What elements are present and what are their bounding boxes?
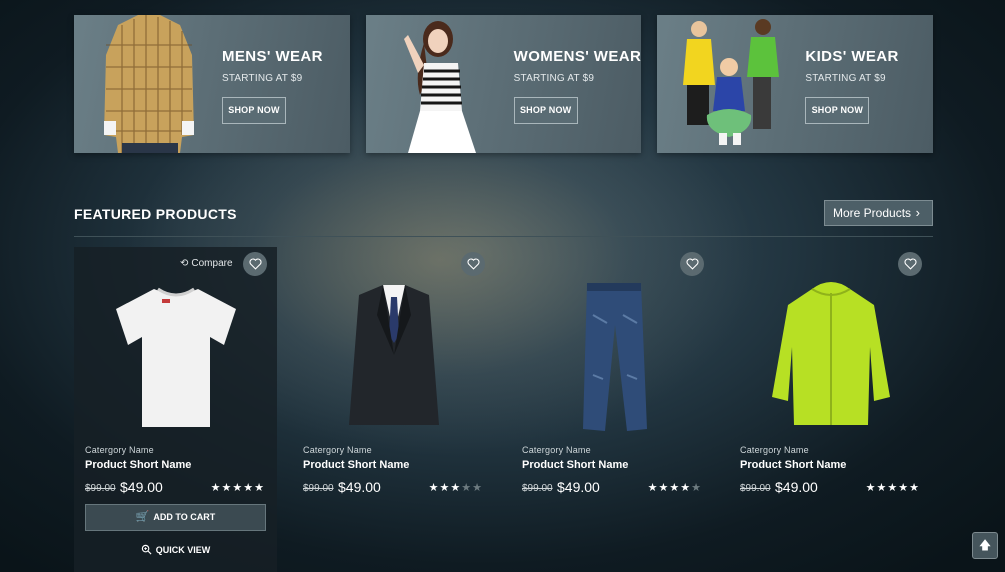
star-icon: ★ <box>887 482 899 494</box>
banner-subtitle: STARTING AT $9 <box>805 73 886 84</box>
featured-products-title: FEATURED PRODUCTS <box>74 206 237 222</box>
product-name[interactable]: Product Short Name <box>85 459 191 471</box>
product-price: $49.00 <box>120 479 163 495</box>
star-icon: ★ <box>680 482 692 494</box>
compare-button[interactable]: ⟲ Compare <box>180 258 233 269</box>
rating-stars: ★★★★★ <box>429 481 483 494</box>
shop-now-button[interactable]: SHOP NOW <box>513 97 578 124</box>
category-banners: MENS' WEAR STARTING AT $9 SHOP NOW WOMEN… <box>74 15 934 153</box>
zoom-icon <box>141 544 152 555</box>
jacket-image <box>771 282 890 425</box>
product-price: $49.00 <box>557 479 600 495</box>
rating-stars: ★★★★★ <box>866 481 920 494</box>
womens-model-image <box>403 21 476 153</box>
banner-womens[interactable]: WOMENS' WEAR STARTING AT $9 SHOP NOW <box>365 15 642 153</box>
wishlist-button[interactable] <box>680 252 704 276</box>
product-card[interactable]: Catergory Name Product Short Name $99.00… <box>292 247 495 572</box>
repeat-icon: ⟲ <box>180 258 189 269</box>
product-old-price: $99.00 <box>85 483 116 494</box>
banner-text: WOMENS' WEAR STARTING AT $9 SHOP NOW <box>513 48 642 124</box>
tshirt-image <box>115 287 236 427</box>
quick-view-label: QUICK VIEW <box>155 545 211 555</box>
product-card[interactable]: Catergory Name Product Short Name $99.00… <box>729 247 932 572</box>
banner-kids[interactable]: KIDS' WEAR STARTING AT $9 SHOP NOW <box>657 15 934 153</box>
star-icon: ★ <box>439 482 451 494</box>
product-image[interactable] <box>292 275 495 437</box>
star-icon: ★ <box>647 482 659 494</box>
cart-icon: 🛒 <box>135 511 150 523</box>
more-products-label: More Products <box>833 206 912 220</box>
star-icon: ★ <box>876 482 888 494</box>
banner-text: KIDS' WEAR STARTING AT $9 SHOP NOW <box>805 48 898 124</box>
star-icon: ★ <box>658 482 670 494</box>
star-icon: ★ <box>428 482 440 494</box>
star-icon: ★ <box>909 482 920 494</box>
star-icon: ★ <box>865 482 877 494</box>
heart-icon <box>249 258 261 270</box>
product-name[interactable]: Product Short Name <box>522 459 628 471</box>
product-old-price: $99.00 <box>740 483 771 494</box>
rating-stars: ★★★★★ <box>648 481 702 494</box>
add-to-cart-button[interactable]: 🛒 ADD TO CART <box>85 504 266 531</box>
banner-subtitle: STARTING AT $9 <box>513 73 595 84</box>
heart-icon <box>686 258 698 270</box>
star-icon: ★ <box>210 482 222 494</box>
more-products-button[interactable]: More Products › <box>824 200 933 226</box>
banner-subtitle: STARTING AT $9 <box>222 73 303 84</box>
product-old-price: $99.00 <box>303 483 334 494</box>
banner-title: MENS' WEAR <box>222 48 323 65</box>
wishlist-button[interactable] <box>898 252 922 276</box>
wishlist-button[interactable] <box>243 252 267 276</box>
shop-now-button[interactable]: SHOP NOW <box>222 97 286 124</box>
star-icon: ★ <box>254 482 265 494</box>
scroll-to-top-button[interactable]: 🡅 <box>972 532 998 559</box>
product-name[interactable]: Product Short Name <box>740 459 846 471</box>
add-to-cart-label: ADD TO CART <box>153 512 216 522</box>
star-icon: ★ <box>691 482 702 494</box>
product-name[interactable]: Product Short Name <box>303 459 409 471</box>
product-price: $49.00 <box>775 479 818 495</box>
arrow-up-icon: 🡅 <box>978 538 992 552</box>
rating-stars: ★★★★★ <box>211 481 265 494</box>
shop-now-button[interactable]: SHOP NOW <box>805 97 870 124</box>
product-old-price: $99.00 <box>522 483 553 494</box>
star-icon: ★ <box>472 482 483 494</box>
star-icon: ★ <box>243 482 255 494</box>
star-icon: ★ <box>221 482 233 494</box>
banner-title: WOMENS' WEAR <box>513 48 642 65</box>
mens-shirt-image <box>104 15 194 153</box>
product-image[interactable] <box>74 275 277 437</box>
heart-icon <box>904 258 916 270</box>
product-image[interactable] <box>511 275 714 437</box>
star-icon: ★ <box>450 482 462 494</box>
star-icon: ★ <box>669 482 681 494</box>
section-divider <box>74 236 933 237</box>
product-category: Catergory Name <box>303 445 372 455</box>
heart-icon <box>467 258 479 270</box>
jeans-image <box>582 283 647 431</box>
product-card[interactable]: Catergory Name Product Short Name $99.00… <box>511 247 714 572</box>
suit-image <box>348 285 439 425</box>
banner-title: KIDS' WEAR <box>805 48 899 65</box>
compare-label: Compare <box>191 258 233 269</box>
star-icon: ★ <box>232 482 244 494</box>
wishlist-button[interactable] <box>461 252 485 276</box>
kids-group-image <box>683 19 780 145</box>
quick-view-button[interactable]: QUICK VIEW <box>74 544 277 555</box>
product-category: Catergory Name <box>740 445 809 455</box>
star-icon: ★ <box>461 482 473 494</box>
banner-mens[interactable]: MENS' WEAR STARTING AT $9 SHOP NOW <box>74 15 350 153</box>
product-category: Catergory Name <box>85 445 154 455</box>
product-card[interactable]: ⟲ Compare Catergory Name Product Short Na… <box>74 247 277 572</box>
product-price: $49.00 <box>338 479 381 495</box>
banner-text: MENS' WEAR STARTING AT $9 SHOP NOW <box>222 48 323 124</box>
product-image[interactable] <box>729 275 932 437</box>
chevron-right-icon: › <box>915 205 920 220</box>
star-icon: ★ <box>898 482 910 494</box>
product-category: Catergory Name <box>522 445 591 455</box>
